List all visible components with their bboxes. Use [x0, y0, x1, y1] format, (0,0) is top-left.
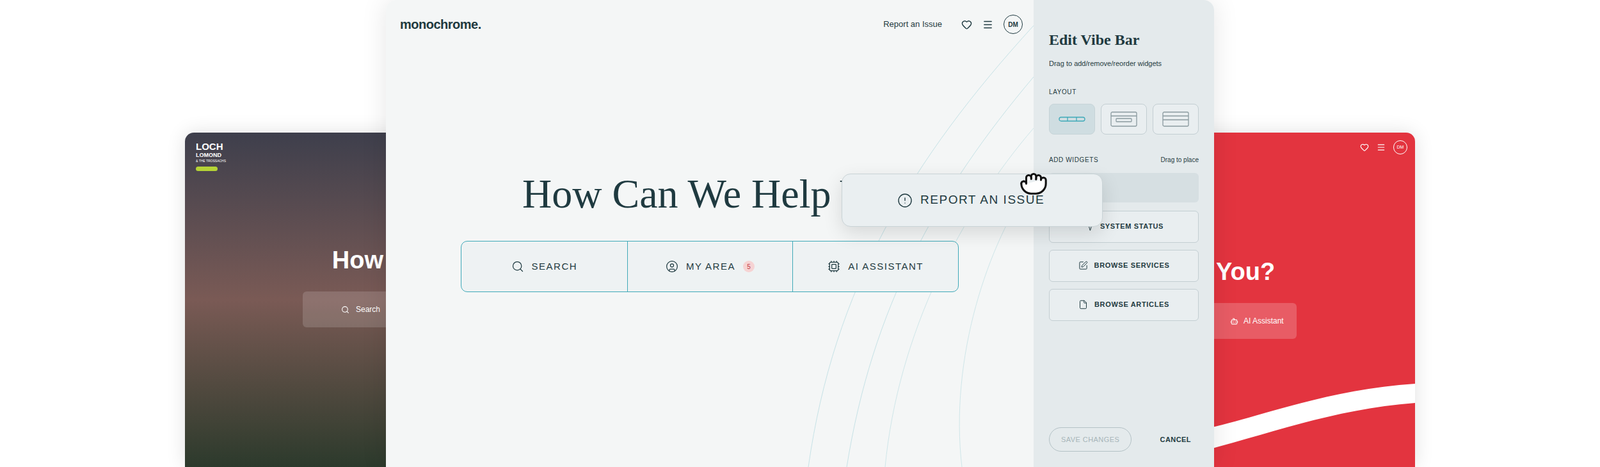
widgets-header: ADD WIDGETSDrag to place: [1048, 154, 1199, 165]
wave-icon: [1190, 383, 1416, 467]
widget-list: SYSTEM STATUSBROWSE SERVICESBROWSE ARTIC…: [1048, 210, 1199, 321]
menu-icon[interactable]: [982, 19, 994, 31]
panel-subtitle: Drag to add/remove/reorder widgets: [1048, 58, 1199, 70]
layout-option[interactable]: [1100, 103, 1147, 135]
right-card: DMYou?AI Assistant: [1190, 132, 1416, 467]
services-icon: [1078, 260, 1088, 271]
layout-option[interactable]: [1048, 103, 1096, 135]
left-card: LOCHLOMOND& THE TROSSACHSHowSearch: [184, 132, 403, 467]
vibe-bar: SEARCHMY AREA5AI ASSISTANT: [460, 240, 959, 292]
save-button[interactable]: SAVE CHANGES: [1048, 426, 1132, 452]
search-icon: [341, 305, 350, 314]
main-header: monochrome. Report an Issue DM: [385, 0, 1034, 34]
edit-panel: Edit Vibe Bar Drag to add/remove/reorder …: [1033, 0, 1215, 467]
loch-logo: LOCHLOMOND& THE TROSSACHS: [184, 132, 403, 171]
hero: How Can We Help YSEARCHMY AREA5AI ASSIST…: [385, 33, 1034, 292]
vibe-bar-item[interactable]: AI ASSISTANT: [792, 241, 959, 292]
area-icon: [665, 259, 679, 273]
avatar[interactable]: DM: [1393, 140, 1408, 155]
brand-logo[interactable]: monochrome.: [400, 14, 482, 34]
right-header: DM: [1190, 132, 1416, 155]
heart-icon[interactable]: [961, 19, 973, 31]
layout-banner-icon: [1161, 110, 1190, 128]
main-card: monochrome. Report an Issue DMHow Can We H…: [385, 0, 1215, 467]
avatar[interactable]: DM: [1003, 14, 1023, 34]
menu-icon[interactable]: [1376, 142, 1386, 152]
grab-cursor-icon: [1018, 166, 1049, 196]
logo-swoosh-icon: [195, 166, 218, 171]
decor-curves-icon: [385, 0, 1034, 467]
articles-icon: [1078, 299, 1088, 310]
main-nav: Report an Issue DM: [883, 14, 1023, 34]
cancel-button[interactable]: CANCEL: [1160, 433, 1192, 445]
right-heading: You?: [1190, 257, 1416, 285]
report-link[interactable]: Report an Issue: [883, 17, 943, 31]
alert-icon: [897, 192, 913, 208]
ai-icon: [827, 259, 841, 273]
layout-header-icon: [1109, 110, 1138, 128]
main-area: monochrome. Report an Issue DMHow Can We H…: [385, 0, 1034, 467]
panel-title: Edit Vibe Bar: [1048, 30, 1199, 50]
heart-icon[interactable]: [1360, 142, 1369, 152]
vibe-bar-item[interactable]: MY AREA5: [627, 241, 793, 292]
layout-options: [1048, 103, 1199, 135]
panel-footer: SAVE CHANGES CANCEL: [1048, 426, 1199, 452]
layout-option[interactable]: [1152, 103, 1199, 135]
page: LOCHLOMOND& THE TROSSACHSHowSearch DM You?…: [0, 0, 1600, 467]
vibe-bar-item[interactable]: SEARCH: [461, 241, 628, 292]
widget-button[interactable]: BROWSE ARTICLES: [1048, 288, 1199, 321]
search-icon: [511, 259, 525, 273]
dragged-widget[interactable]: REPORT AN ISSUE: [841, 173, 1103, 227]
widget-button[interactable]: BROWSE SERVICES: [1048, 249, 1199, 282]
bot-icon: [1230, 316, 1239, 326]
layout-bar-icon: [1057, 110, 1087, 128]
layout-label: LAYOUT: [1048, 87, 1199, 97]
badge: 5: [743, 260, 755, 272]
